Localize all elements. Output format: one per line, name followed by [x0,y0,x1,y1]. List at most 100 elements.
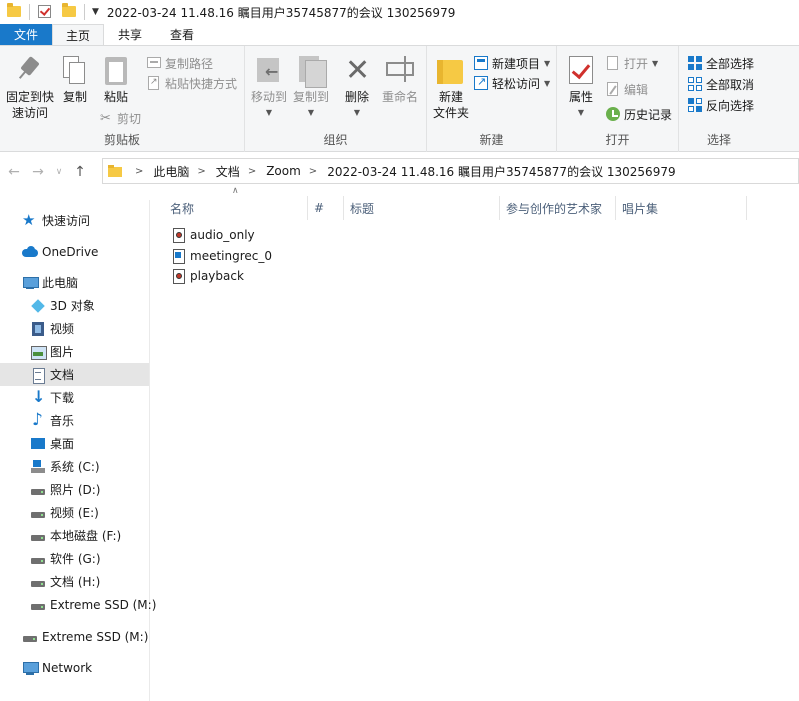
chevron-right-icon[interactable]: > [248,166,256,177]
nav-item-onedrive[interactable]: OneDrive [0,240,149,263]
edit-button[interactable]: 编辑 [605,79,648,99]
easy-access-button[interactable]: 轻松访问 ▼ [473,73,550,93]
chevron-right-icon[interactable]: > [309,166,317,177]
nav-item-drive-e[interactable]: 视频 (E:) [0,501,149,524]
rename-icon [384,54,416,86]
copy-path-button[interactable]: 复制路径 [146,53,213,73]
clipboard-group: 固定到快 速访问 复制 粘贴 复制路径 粘贴快捷方式 ✂ 剪切 剪贴板 [0,46,245,152]
select-none-button[interactable]: 全部取消 [687,74,754,94]
new-item-button[interactable]: 新建项目 ▼ [473,53,550,73]
recent-locations-chevron-down-icon[interactable]: ∨ [52,167,66,177]
nav-item-drive-d[interactable]: 照片 (D:) [0,478,149,501]
folder-icon [6,3,22,20]
history-label: 历史记录 [624,107,673,122]
properties-check-icon[interactable] [37,4,53,20]
cut-button[interactable]: ✂ 剪切 [98,108,141,128]
file-row[interactable]: audio_only [170,225,255,245]
history-icon [605,106,621,122]
copy-label: 复制 [62,90,87,104]
windows-drive-icon [30,459,46,475]
copy-button[interactable]: 复制 [58,54,92,105]
breadcrumb-documents[interactable]: 文档 [216,163,240,180]
column-header-artists[interactable]: 参与创作的艺术家 [500,196,616,220]
navigation-pane: 快速访问 OneDrive 此电脑 3D 对象 视频 图片 文档 下载 音乐 桌… [0,200,156,701]
select-all-button[interactable]: 全部选择 [687,53,754,73]
paste-button[interactable]: 粘贴 [98,54,134,105]
back-arrow-icon[interactable]: ← [4,164,24,180]
nav-item-documents[interactable]: 文档 [0,363,149,386]
open-button[interactable]: 打开 ▼ [605,53,658,73]
history-button[interactable]: 历史记录 [605,104,672,124]
properties-button[interactable]: 属性 ▼ [563,54,599,121]
nav-item-extreme-ssd[interactable]: Extreme SSD (M:) [0,625,149,648]
nav-item-quick-access[interactable]: 快速访问 [0,209,149,232]
new-folder-icon [435,54,467,86]
chevron-down-icon: ▼ [353,108,361,117]
delete-button[interactable]: ✕ 删除 ▼ [341,54,373,121]
easy-access-icon [473,75,489,91]
column-header-label: 唱片集 [622,201,659,216]
nav-item-videos[interactable]: 视频 [0,317,149,340]
rename-label: 重命名 [381,90,418,104]
tab-home[interactable]: 主页 [52,24,104,45]
breadcrumb-meeting-folder[interactable]: 2022-03-24 11.48.16 瞩目用户35745877的会议 1302… [327,163,675,180]
drive-icon [30,528,46,544]
column-header-number[interactable]: # [308,196,344,220]
pictures-icon [30,344,47,360]
rename-button[interactable]: 重命名 [379,54,421,105]
computer-icon [22,275,39,291]
cloud-icon [22,244,38,260]
breadcrumb-this-pc[interactable]: 此电脑 [153,163,189,180]
tab-share[interactable]: 共享 [104,24,156,45]
media-file-icon [170,227,186,243]
meeting-file-icon [170,248,186,264]
nav-item-desktop[interactable]: 桌面 [0,432,149,455]
nav-item-3d-objects[interactable]: 3D 对象 [0,294,149,317]
nav-item-music[interactable]: 音乐 [0,409,149,432]
move-to-icon [253,54,285,86]
nav-item-drive-m[interactable]: Extreme SSD (M:) [0,593,156,616]
copy-to-button[interactable]: 复制到 ▼ [291,54,331,121]
nav-item-downloads[interactable]: 下载 [0,386,149,409]
nav-item-network[interactable]: Network [0,656,149,679]
column-header-album[interactable]: 唱片集 [616,196,747,220]
column-header-label: # [314,201,325,215]
nav-item-drive-g[interactable]: 软件 (G:) [0,547,149,570]
nav-item-this-pc[interactable]: 此电脑 [0,271,149,294]
file-row[interactable]: meetingrec_0 [170,246,272,266]
nav-item-drive-c[interactable]: 系统 (C:) [0,455,149,478]
new-folder-button[interactable]: 新建 文件夹 [431,54,471,121]
clipboard-icon [100,54,132,86]
nav-item-drive-h[interactable]: 文档 (H:) [0,570,149,593]
nav-item-label: 桌面 [50,437,75,451]
chevron-right-icon[interactable]: > [135,166,143,177]
nav-item-label: 软件 (G:) [50,552,101,566]
forward-arrow-icon[interactable]: → [28,164,48,180]
chevron-down-icon: ▼ [577,108,585,117]
title-bar: ▼ 2022-03-24 11.48.16 瞩目用户35745877的会议 13… [0,0,799,24]
paste-shortcut-button[interactable]: 粘贴快捷方式 [146,73,237,93]
chevron-right-icon[interactable]: > [197,166,205,177]
column-header-name[interactable]: 名称 [164,196,308,220]
breadcrumb-zoom[interactable]: Zoom [266,164,301,178]
new-folder-icon[interactable] [61,3,77,20]
column-header-label: 参与创作的艺术家 [506,201,603,216]
tab-file[interactable]: 文件 [0,24,52,45]
pin-to-quick-access-button[interactable]: 固定到快 速访问 [4,54,56,121]
move-to-button[interactable]: 移动到 ▼ [249,54,289,121]
drive-icon [30,551,46,567]
nav-item-pictures[interactable]: 图片 [0,340,149,363]
nav-item-drive-f[interactable]: 本地磁盘 (F:) [0,524,149,547]
up-arrow-icon[interactable]: ↑ [70,164,90,180]
address-bar[interactable]: > 此电脑 > 文档 > Zoom > 2022-03-24 11.48.16 … [102,158,799,184]
file-row[interactable]: playback [170,266,244,286]
tab-view[interactable]: 查看 [156,24,208,45]
open-group: 属性 ▼ 打开 ▼ 编辑 历史记录 打开 [557,46,679,152]
customize-toolbar-chevron-down-icon[interactable]: ▼ [92,7,99,17]
pin-icon [14,54,46,86]
column-header-title[interactable]: 标题 [344,196,500,220]
paste-label: 粘贴 [103,90,128,104]
nav-item-label: 照片 (D:) [50,483,101,497]
folder-icon [107,163,123,179]
invert-selection-button[interactable]: 反向选择 [687,95,754,115]
